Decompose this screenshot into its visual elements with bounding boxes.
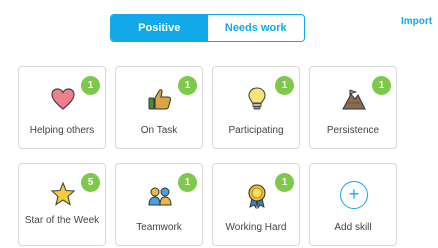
star-icon	[50, 181, 76, 206]
skill-label: Teamwork	[136, 222, 182, 233]
import-link[interactable]: Import	[401, 16, 432, 27]
skill-card-participating[interactable]: 1 Participating	[212, 66, 300, 149]
tab-positive[interactable]: Positive	[111, 15, 208, 41]
lightbulb-icon	[248, 87, 266, 110]
skill-count-badge: 1	[178, 76, 197, 95]
skill-count-badge: 1	[275, 173, 294, 192]
skill-count-badge: 1	[372, 76, 391, 95]
skill-label: Helping others	[29, 125, 95, 136]
skill-count-badge: 1	[81, 76, 100, 95]
skill-label: Persistence	[326, 125, 380, 136]
thumbs-up-icon	[148, 89, 172, 110]
positive-needs-work-toggle: Positive Needs work	[110, 14, 305, 42]
skill-card-star-of-the-week[interactable]: 5 Star of the Week	[18, 163, 106, 246]
skill-count-badge: 1	[275, 76, 294, 95]
skill-card-on-task[interactable]: 1 On Task	[115, 66, 203, 149]
skill-label: Star of the Week	[24, 215, 100, 226]
climbing-mountain-icon	[342, 89, 366, 110]
medal-icon	[248, 184, 266, 209]
skill-card-helping-others[interactable]: 1 Helping others	[18, 66, 106, 149]
plus-icon: +	[340, 181, 368, 209]
teamwork-icon	[148, 187, 172, 206]
add-skill-card[interactable]: + Add skill	[309, 163, 397, 246]
heart-icon	[51, 88, 75, 110]
add-skill-label: Add skill	[334, 222, 372, 233]
skill-card-teamwork[interactable]: 1 Teamwork	[115, 163, 203, 246]
skill-count-badge: 5	[81, 173, 100, 192]
skill-label: Participating	[228, 125, 284, 136]
tab-needs-work[interactable]: Needs work	[207, 15, 304, 41]
skill-card-persistence[interactable]: 1 Persistence	[309, 66, 397, 149]
skill-label: On Task	[140, 125, 178, 136]
skill-label: Working Hard	[225, 222, 287, 233]
skill-count-badge: 1	[178, 173, 197, 192]
skill-card-working-hard[interactable]: 1 Working Hard	[212, 163, 300, 246]
